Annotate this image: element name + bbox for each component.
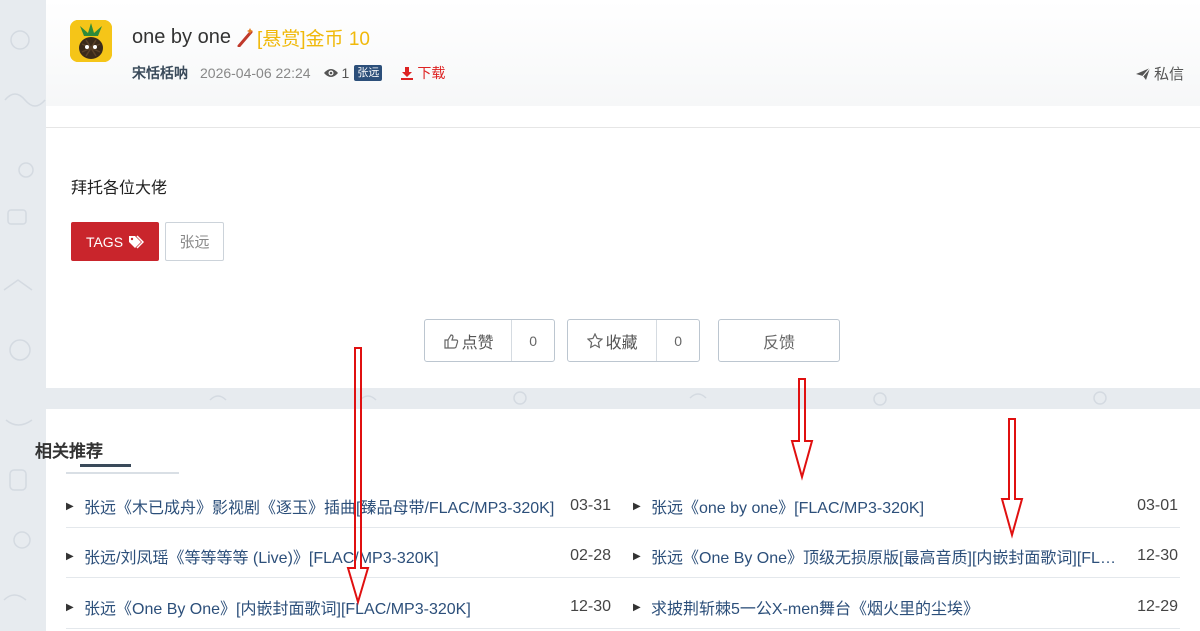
related-date: 12-30 bbox=[1137, 547, 1178, 564]
related-title: 相关推荐 bbox=[35, 442, 103, 461]
annotation-arrow bbox=[346, 347, 370, 606]
related-link[interactable]: 张远《one by one》[FLAC/MP3-320K] bbox=[651, 494, 1125, 518]
like-label: 点赞 bbox=[461, 334, 494, 352]
paper-plane-icon bbox=[1135, 67, 1151, 80]
list-row: ▶ 张远《One By One》[内嵌封面歌词][FLAC/MP3-320K] … bbox=[66, 587, 1180, 629]
caret-right-icon: ▶ bbox=[66, 601, 74, 613]
favorite-main[interactable]: 收藏 bbox=[568, 320, 656, 361]
download-label: 下载 bbox=[417, 65, 446, 81]
related-link[interactable]: 张远《One By One》[内嵌封面歌词][FLAC/MP3-320K] bbox=[84, 595, 558, 619]
related-link[interactable]: 张远《木已成舟》影视剧《逐玉》插曲[臻品母带/FLAC/MP3-320K] bbox=[84, 494, 558, 518]
tags-button[interactable]: TAGS bbox=[71, 222, 159, 261]
related-date: 12-29 bbox=[1137, 598, 1178, 615]
private-message-button[interactable]: 私信 bbox=[1135, 63, 1184, 84]
caret-right-icon: ▶ bbox=[66, 550, 74, 562]
view-count-value: 1 bbox=[341, 65, 350, 81]
caret-right-icon: ▶ bbox=[66, 500, 74, 512]
view-count: 1 bbox=[323, 65, 350, 81]
related-link[interactable]: 张远/刘凤瑶《等等等等 (Live)》[FLAC/MP3-320K] bbox=[84, 544, 558, 568]
related-title-line bbox=[66, 472, 179, 474]
tags-label: TAGS bbox=[85, 233, 124, 250]
related-date: 03-31 bbox=[570, 497, 611, 514]
download-link[interactable]: 下载 bbox=[400, 63, 445, 83]
favorite-count: 0 bbox=[656, 320, 699, 361]
like-button[interactable]: 点赞 0 bbox=[424, 319, 555, 362]
list-item[interactable]: ▶ 张远《木已成舟》影视剧《逐玉》插曲[臻品母带/FLAC/MP3-320K] … bbox=[66, 486, 611, 526]
caret-right-icon: ▶ bbox=[633, 550, 641, 562]
artist-badge[interactable]: 张远 bbox=[354, 65, 383, 81]
star-icon bbox=[586, 332, 603, 349]
related-date: 03-01 bbox=[1137, 497, 1178, 514]
thumbs-up-icon bbox=[444, 333, 458, 349]
post-title: one by one bbox=[132, 25, 231, 48]
like-count: 0 bbox=[511, 320, 554, 361]
eye-icon bbox=[323, 69, 338, 77]
feedback-button[interactable]: 反馈 bbox=[718, 319, 840, 362]
post-card: one by one [悬赏]金币 10 宋恬栝呐 2026-04-06 22:… bbox=[46, 0, 1200, 388]
related-title-underline bbox=[80, 464, 131, 467]
post-title-row: one by one [悬赏]金币 10 bbox=[132, 24, 370, 50]
avatar[interactable] bbox=[70, 20, 112, 62]
pineapple-avatar-icon bbox=[70, 20, 112, 62]
post-meta: 宋恬栝呐 2026-04-06 22:24 1 张远 下载 bbox=[132, 63, 445, 83]
download-icon bbox=[401, 67, 414, 80]
like-main[interactable]: 点赞 bbox=[425, 320, 511, 361]
annotation-arrow bbox=[790, 378, 814, 481]
caret-right-icon: ▶ bbox=[633, 601, 641, 613]
list-row: ▶ 张远/刘凤瑶《等等等等 (Live)》[FLAC/MP3-320K] 02-… bbox=[66, 536, 1180, 578]
caret-right-icon: ▶ bbox=[633, 500, 641, 512]
favorite-button[interactable]: 收藏 0 bbox=[567, 319, 700, 362]
private-message-label: 私信 bbox=[1153, 66, 1184, 83]
related-date: 02-28 bbox=[570, 547, 611, 564]
list-item[interactable]: ▶ 张远《One By One》[内嵌封面歌词][FLAC/MP3-320K] … bbox=[66, 587, 611, 627]
related-link[interactable]: 张远《One By One》顶级无损原版[最高音质][内嵌封面歌词][FLAC/… bbox=[651, 544, 1125, 568]
author-name[interactable]: 宋恬栝呐 bbox=[132, 63, 188, 83]
list-item[interactable]: ▶ 张远《one by one》[FLAC/MP3-320K] 03-01 bbox=[633, 486, 1178, 526]
favorite-label: 收藏 bbox=[605, 334, 638, 352]
related-link[interactable]: 求披荆斩棘5一公X-men舞台《烟火里的尘埃》 bbox=[651, 595, 1125, 619]
magic-wand-icon bbox=[237, 28, 253, 47]
post-date: 2026-04-06 22:24 bbox=[200, 65, 311, 81]
tags-icon bbox=[129, 234, 145, 249]
list-item[interactable]: ▶ 张远/刘凤瑶《等等等等 (Live)》[FLAC/MP3-320K] 02-… bbox=[66, 536, 611, 576]
post-body: 拜托各位大佬 bbox=[71, 180, 168, 197]
bounty-label: [悬赏]金币 10 bbox=[256, 28, 370, 50]
tag-item[interactable]: 张远 bbox=[165, 222, 224, 261]
header-divider bbox=[46, 127, 1200, 128]
related-date: 12-30 bbox=[570, 598, 611, 615]
post-header bbox=[46, 0, 1200, 106]
list-item[interactable]: ▶ 张远《One By One》顶级无损原版[最高音质][内嵌封面歌词][FLA… bbox=[633, 536, 1178, 576]
annotation-arrow bbox=[1000, 418, 1024, 539]
list-item[interactable]: ▶ 求披荆斩棘5一公X-men舞台《烟火里的尘埃》 12-29 bbox=[633, 587, 1178, 627]
